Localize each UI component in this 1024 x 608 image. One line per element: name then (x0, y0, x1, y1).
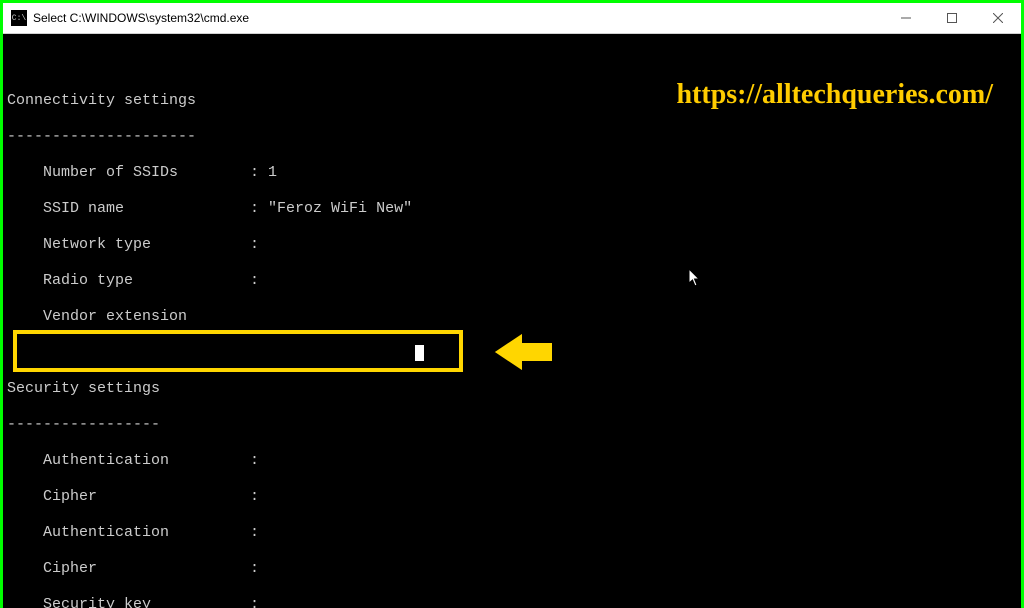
section-header-security: Security settings (7, 380, 1021, 398)
close-button[interactable] (975, 3, 1021, 33)
vendor-extension-label: Vendor extension (7, 308, 1021, 326)
divider: ----------------- (7, 416, 1021, 434)
cipher-label: Cipher : (7, 488, 1021, 506)
cmd-icon: C:\ (11, 10, 27, 26)
text-cursor (415, 345, 424, 361)
network-type-label: Network type : (7, 236, 1021, 254)
watermark-url: https://alltechqueries.com/ (676, 86, 993, 104)
cmd-window: C:\ Select C:\WINDOWS\system32\cmd.exe C… (3, 3, 1021, 605)
terminal-output[interactable]: Connectivity settings ------------------… (3, 34, 1021, 608)
titlebar[interactable]: C:\ Select C:\WINDOWS\system32\cmd.exe (3, 3, 1021, 34)
authentication-label: Authentication : (7, 524, 1021, 542)
cipher-label: Cipher : (7, 560, 1021, 578)
num-ssids-value: 1 (268, 164, 277, 181)
ssid-name-value: "Feroz WiFi New" (268, 200, 412, 217)
authentication-label: Authentication : (7, 452, 1021, 470)
ssid-name-label: SSID name : (7, 200, 268, 217)
security-key-label: Security key : (7, 596, 1021, 608)
divider: --------------------- (7, 128, 1021, 146)
radio-type-label: Radio type : (7, 272, 1021, 290)
maximize-button[interactable] (929, 3, 975, 33)
minimize-button[interactable] (883, 3, 929, 33)
num-ssids-label: Number of SSIDs : (7, 164, 268, 181)
window-title: Select C:\WINDOWS\system32\cmd.exe (33, 11, 249, 25)
